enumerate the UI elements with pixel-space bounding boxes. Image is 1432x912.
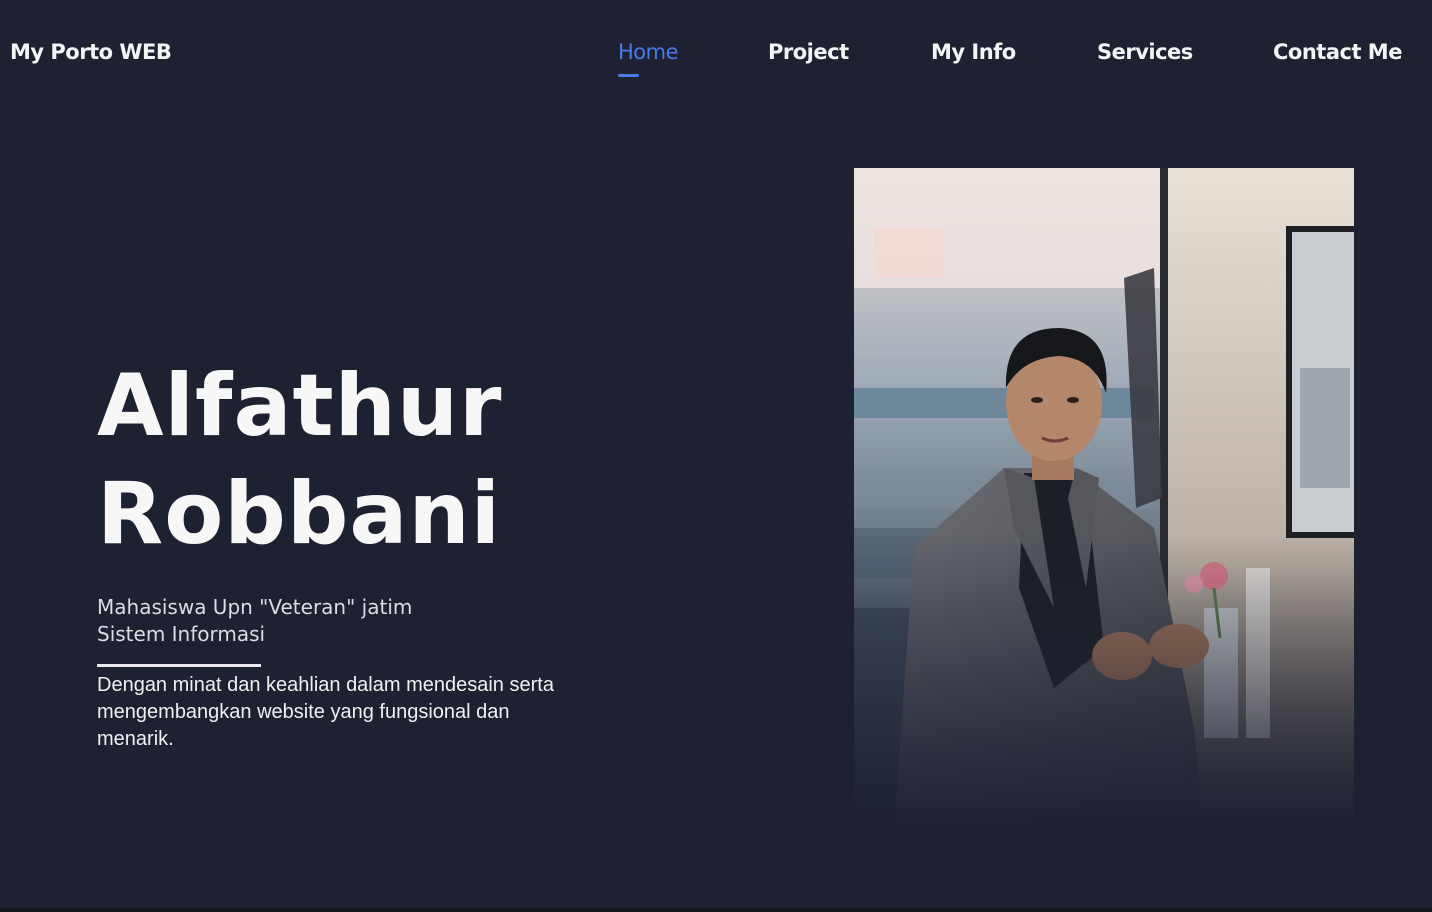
hero-description: Dengan minat dan keahlian dalam mendesai… — [97, 674, 554, 750]
hero-name-line2: Robbani — [97, 464, 502, 564]
page: My Porto WEB Home Project My Info Servic… — [0, 0, 1432, 912]
nav-home[interactable]: Home — [618, 40, 679, 64]
active-nav-indicator — [618, 74, 639, 77]
subtitle-line1: Mahasiswa Upn "Veteran" jatim — [97, 595, 413, 619]
nav-project[interactable]: Project — [768, 40, 849, 64]
profile-photo — [854, 168, 1354, 832]
hero-name: Alfathur Robbani — [97, 352, 502, 568]
hero-subtitle: Mahasiswa Upn "Veteran" jatim Sistem Inf… — [97, 594, 412, 648]
hero-name-line1: Alfathur — [97, 356, 503, 456]
main-nav: Home Project My Info Services Contact Me — [0, 40, 1432, 80]
subtitle-line2: Sistem Informasi — [97, 622, 266, 646]
nav-contact-me[interactable]: Contact Me — [1273, 40, 1402, 64]
nav-my-info[interactable]: My Info — [931, 40, 1016, 64]
nav-services[interactable]: Services — [1097, 40, 1193, 64]
bottom-border — [0, 908, 1432, 912]
hero-divider — [97, 664, 261, 667]
